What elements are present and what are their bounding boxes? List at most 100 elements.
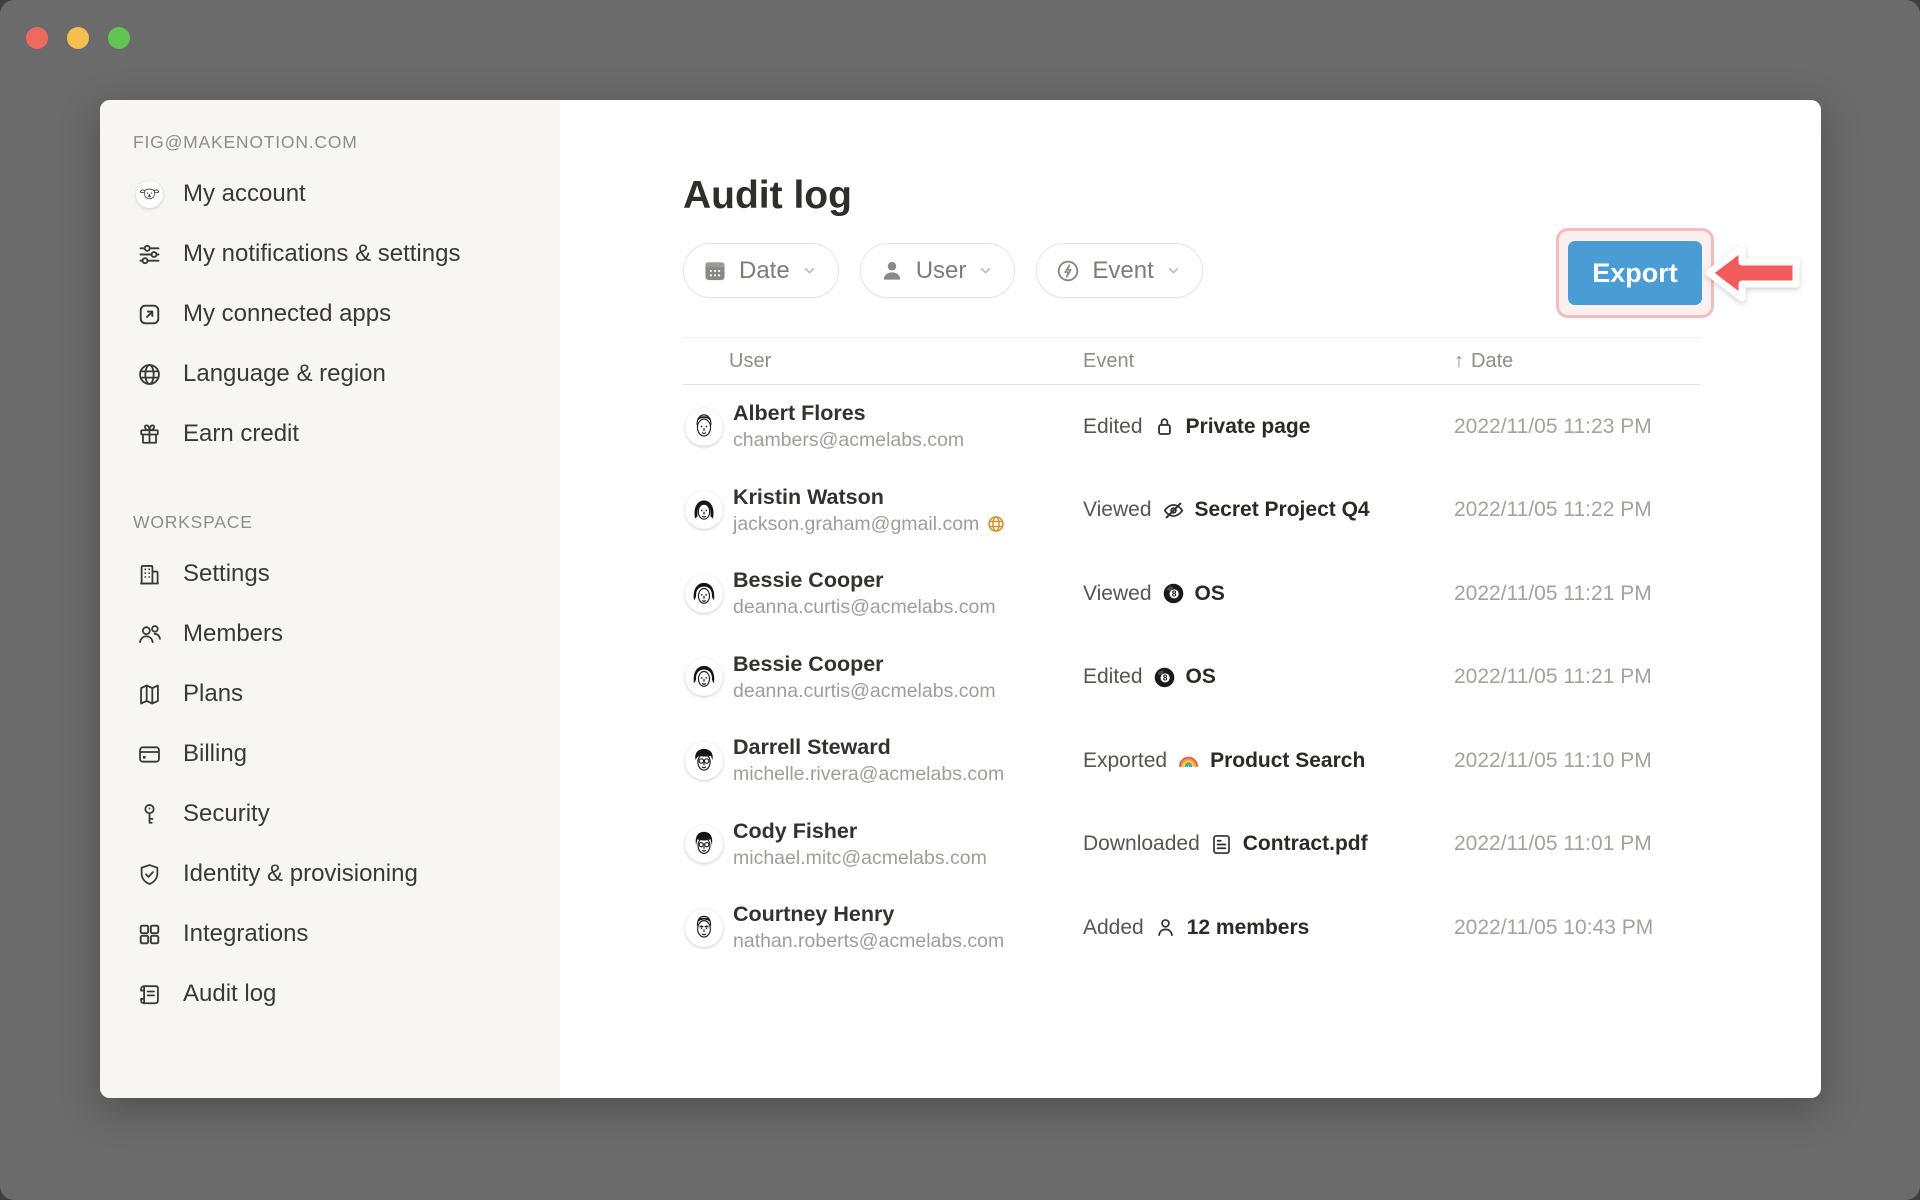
date-filter-button[interactable]: Date [683,243,839,298]
credit-card-icon [130,741,168,768]
event-object: Product Search [1210,749,1365,773]
eight-ball-icon [1152,665,1177,690]
sidebar-item-label: Security [183,800,270,828]
column-header-date[interactable]: ↑ Date [1454,350,1700,373]
sliders-icon [130,241,168,268]
event-object: 12 members [1187,916,1310,940]
avatar [685,491,723,529]
settings-dialog: FIG@MAKENOTION.COM My account My notific… [100,100,1821,1098]
sidebar-item-plans[interactable]: Plans [100,664,560,724]
sidebar-item-notifications-settings[interactable]: My notifications & settings [100,224,560,284]
event-date: 2022/11/05 11:22 PM [1454,498,1700,522]
user-cell: Darrell Steward michelle.rivera@acmelabs… [683,735,1083,786]
sidebar-item-label: Audit log [183,980,276,1008]
sidebar-item-connected-apps[interactable]: My connected apps [100,284,560,344]
event-date: 2022/11/05 11:21 PM [1454,665,1700,689]
sidebar-item-my-account[interactable]: My account [100,164,560,224]
person-icon [1153,915,1178,940]
rainbow-icon [1176,748,1201,773]
user-email: nathan.roberts@acmelabs.com [733,930,1004,953]
map-icon [130,681,168,708]
sidebar-item-billing[interactable]: Billing [100,724,560,784]
sidebar-item-label: Language & region [183,360,386,388]
user-filter-button[interactable]: User [860,243,1016,298]
chevron-down-icon [801,262,818,279]
eye-slash-icon [1161,498,1186,523]
sidebar-item-label: My notifications & settings [183,240,460,268]
sidebar-item-language-region[interactable]: Language & region [100,344,560,404]
sidebar-item-settings[interactable]: Settings [100,544,560,604]
guest-globe-icon [986,514,1006,534]
sidebar-item-identity-provisioning[interactable]: Identity & provisioning [100,844,560,904]
sidebar-item-label: Plans [183,680,243,708]
event-cell: Viewed Secret Project Q4 [1083,498,1454,523]
user-name: Kristin Watson [733,485,1006,510]
sidebar-item-integrations[interactable]: Integrations [100,904,560,964]
page-title: Audit log [683,174,852,218]
sidebar-item-label: Earn credit [183,420,299,448]
user-avatar [130,181,168,208]
close-button[interactable] [26,27,48,49]
export-highlight-annotation: Export [1556,228,1714,318]
column-header-user: User [683,350,1083,373]
avatar [685,825,723,863]
event-cell: Downloaded Contract.pdf [1083,832,1454,857]
event-verb: Viewed [1083,582,1152,606]
chevron-down-icon [1165,262,1182,279]
filter-bar: Date User Event [683,243,1203,298]
event-date: 2022/11/05 11:23 PM [1454,415,1700,439]
column-header-event: Event [1083,350,1454,373]
event-verb: Edited [1083,415,1143,439]
document-icon [1209,832,1234,857]
sidebar-item-security[interactable]: Security [100,784,560,844]
sidebar-item-label: Identity & provisioning [183,860,418,888]
user-cell: Kristin Watson jackson.graham@gmail.com [683,485,1083,536]
external-link-icon [130,301,168,328]
sidebar-item-label: Members [183,620,283,648]
user-cell: Bessie Cooper deanna.curtis@acmelabs.com [683,652,1083,703]
zoom-button[interactable] [108,27,130,49]
event-cell: Edited OS [1083,665,1454,690]
user-name: Albert Flores [733,401,964,426]
user-name: Cody Fisher [733,819,987,844]
export-button[interactable]: Export [1568,241,1702,305]
user-name: Courtney Henry [733,902,1004,927]
sidebar-item-label: My account [183,180,306,208]
filter-label: Event [1092,257,1153,285]
key-icon [130,801,168,828]
chevron-down-icon [977,262,994,279]
minimize-button[interactable] [67,27,89,49]
building-icon [130,561,168,588]
avatar [685,408,723,446]
app-window: FIG@MAKENOTION.COM My account My notific… [0,0,1920,1200]
event-verb: Viewed [1083,498,1152,522]
sidebar-item-earn-credit[interactable]: Earn credit [100,404,560,464]
sidebar-item-audit-log[interactable]: Audit log [100,964,560,1024]
user-name: Bessie Cooper [733,652,996,677]
event-date: 2022/11/05 11:10 PM [1454,749,1700,773]
table-row: Courtney Henry nathan.roberts@acmelabs.c… [683,886,1700,970]
audit-log-table: User Event ↑ Date Albert Flores chambers… [683,337,1700,970]
grid-icon [130,921,168,948]
person-icon [879,258,905,284]
gift-icon [130,421,168,448]
event-verb: Downloaded [1083,832,1200,856]
window-controls [26,27,130,49]
table-row: Cody Fisher michael.mitc@acmelabs.com Do… [683,803,1700,887]
event-cell: Viewed OS [1083,581,1454,606]
account-email-heading: FIG@MAKENOTION.COM [133,132,560,152]
avatar [685,575,723,613]
shield-check-icon [130,861,168,888]
event-filter-button[interactable]: Event [1036,243,1202,298]
settings-sidebar: FIG@MAKENOTION.COM My account My notific… [100,100,560,1098]
filter-label: Date [739,257,790,285]
bolt-circle-icon [1055,258,1081,284]
sidebar-item-label: My connected apps [183,300,391,328]
event-verb: Exported [1083,749,1167,773]
user-email: deanna.curtis@acmelabs.com [733,680,996,703]
sidebar-item-members[interactable]: Members [100,604,560,664]
event-cell: Edited Private page [1083,414,1454,439]
event-cell: Added 12 members [1083,915,1454,940]
avatar [685,909,723,947]
event-object: Private page [1186,415,1311,439]
